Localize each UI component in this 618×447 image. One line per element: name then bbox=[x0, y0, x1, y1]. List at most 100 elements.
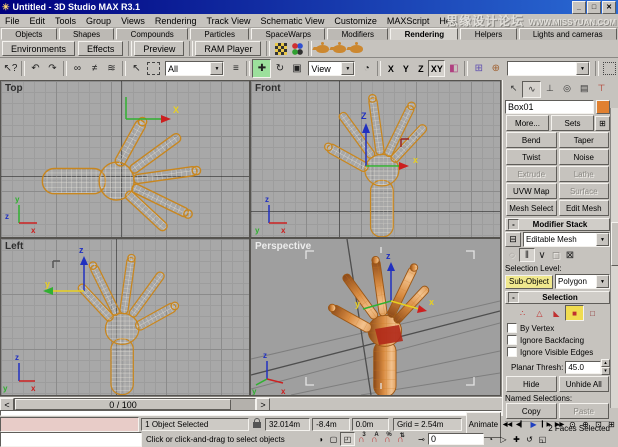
selection-filter-dropdown[interactable]: All ▼ bbox=[165, 61, 224, 76]
ignore-backfacing-row[interactable]: Ignore Backfacing bbox=[507, 334, 610, 346]
close-button[interactable]: ✕ bbox=[602, 1, 616, 14]
spinner-down-icon[interactable]: ▾ bbox=[601, 367, 610, 375]
min-max-toggle-icon[interactable]: ◱ bbox=[536, 433, 549, 445]
maxscript-mini-listener-white[interactable] bbox=[0, 432, 142, 447]
restrict-z-button[interactable]: Z bbox=[413, 61, 428, 76]
select-rotate-icon[interactable]: ↻ bbox=[271, 60, 288, 77]
coord-x-field[interactable]: 32.014m bbox=[265, 418, 310, 431]
maxscript-mini-listener-pink[interactable] bbox=[0, 417, 139, 432]
menu-views[interactable]: Views bbox=[116, 16, 150, 26]
named-selection-dropdown[interactable]: ▼ bbox=[507, 61, 590, 76]
edge-icon[interactable]: △ bbox=[531, 306, 548, 320]
align-icon[interactable]: ⊕ bbox=[487, 60, 504, 77]
go-to-end-icon[interactable]: ▶▶ bbox=[553, 419, 566, 431]
viewport-label[interactable]: Perspective bbox=[255, 241, 311, 252]
previous-frame-icon[interactable]: ◀▎ bbox=[514, 419, 527, 431]
select-move-icon[interactable]: ✚ bbox=[252, 59, 271, 78]
ignore-visible-edges-row[interactable]: Ignore Visible Edges bbox=[507, 346, 610, 358]
pin-stack-icon[interactable]: ⊟ bbox=[505, 232, 521, 247]
sets-button[interactable]: Sets bbox=[551, 115, 594, 131]
chevron-down-icon[interactable]: ▼ bbox=[596, 275, 609, 288]
pan-icon[interactable]: ✚ bbox=[510, 433, 523, 445]
play-icon[interactable]: ▶ bbox=[527, 419, 540, 431]
collapse-icon[interactable]: - bbox=[508, 292, 519, 303]
menu-edit[interactable]: Edit bbox=[25, 16, 51, 26]
modifier-meshselect-button[interactable]: Mesh Select bbox=[506, 200, 557, 216]
restrict-xy-button[interactable]: XY bbox=[428, 60, 445, 77]
chevron-down-icon[interactable]: ▼ bbox=[210, 62, 223, 75]
effects-button[interactable]: Effects bbox=[78, 41, 123, 56]
motion-tab-icon[interactable]: ◎ bbox=[559, 81, 576, 96]
sub-object-level-dropdown[interactable]: Polygon ▼ bbox=[555, 274, 610, 289]
restrict-x-button[interactable]: X bbox=[383, 61, 398, 76]
tab-objects[interactable]: Objects bbox=[1, 28, 57, 40]
percent-snap-icon[interactable]: ∩% bbox=[381, 433, 394, 445]
time-slider-handle[interactable]: 0 / 100 bbox=[15, 399, 231, 410]
field-of-view-icon[interactable]: ▷ bbox=[497, 433, 510, 445]
select-object-icon[interactable]: ↖ bbox=[128, 60, 145, 77]
environments-button[interactable]: Environments bbox=[2, 41, 75, 56]
chevron-down-icon[interactable]: ▼ bbox=[576, 62, 589, 75]
ram-player-button[interactable]: RAM Player bbox=[195, 41, 261, 56]
menu-help[interactable]: Help bbox=[434, 16, 463, 26]
viewport-label[interactable]: Front bbox=[255, 83, 281, 94]
time-configuration-icon[interactable]: ◔ bbox=[484, 433, 497, 445]
menu-group[interactable]: Group bbox=[81, 16, 116, 26]
planar-thresh-field[interactable]: 45.0 bbox=[565, 361, 601, 374]
snap-cube-icon[interactable]: ◰ bbox=[340, 432, 355, 446]
unlink-icon[interactable]: ≠ bbox=[86, 60, 103, 77]
menu-tools[interactable]: Tools bbox=[50, 16, 81, 26]
tab-shapes[interactable]: Shapes bbox=[59, 28, 115, 40]
reference-coordsys-dropdown[interactable]: View ▼ bbox=[308, 61, 355, 76]
modify-tab-icon[interactable]: ∿ bbox=[522, 81, 541, 98]
select-scale-icon[interactable]: ▣ bbox=[288, 60, 305, 77]
viewport-top[interactable]: Top X x y z bbox=[1, 81, 249, 237]
current-frame-field[interactable]: 0 bbox=[428, 433, 484, 445]
settings-icon[interactable]: ⊠ bbox=[563, 249, 577, 261]
arc-rotate-icon[interactable]: ↺ bbox=[523, 433, 536, 445]
snap-toggle-icon[interactable]: ∩3 bbox=[355, 433, 368, 445]
go-to-start-icon[interactable]: ◀◀ bbox=[501, 419, 514, 431]
viewport-label[interactable]: Top bbox=[5, 83, 23, 94]
redo-icon[interactable]: ↷ bbox=[44, 60, 61, 77]
coord-y-field[interactable]: -8.4m bbox=[312, 418, 349, 431]
bind-to-spacewarp-icon[interactable]: ≋ bbox=[103, 60, 120, 77]
selection-region-icon[interactable] bbox=[145, 60, 162, 77]
maximize-button[interactable]: □ bbox=[587, 1, 601, 14]
modifier-stack-dropdown[interactable]: Editable Mesh ▼ bbox=[523, 232, 610, 247]
tab-compounds[interactable]: Compounds bbox=[116, 28, 188, 40]
track-bar[interactable] bbox=[0, 410, 502, 416]
menu-file[interactable]: File bbox=[0, 16, 25, 26]
tab-lights-cameras[interactable]: Lights and cameras bbox=[519, 28, 617, 40]
utilities-tab-icon[interactable]: ⊤ bbox=[593, 81, 610, 96]
spinner-up-icon[interactable]: ▴ bbox=[601, 359, 610, 367]
show-end-result-icon[interactable]: ‖ bbox=[519, 248, 535, 262]
coord-z-field[interactable]: 0.0m bbox=[352, 418, 389, 431]
by-vertex-row[interactable]: By Vertex bbox=[507, 322, 610, 334]
tab-particles[interactable]: Particles bbox=[190, 28, 249, 40]
ignore-visible-edges-checkbox[interactable] bbox=[507, 347, 517, 357]
menu-rendering[interactable]: Rendering bbox=[150, 16, 202, 26]
tab-helpers[interactable]: Helpers bbox=[460, 28, 516, 40]
material-editor-icon[interactable] bbox=[289, 40, 306, 57]
modifier-stack-rollout[interactable]: - Modifier Stack bbox=[505, 218, 610, 231]
hide-button[interactable]: Hide bbox=[506, 376, 557, 392]
zoom-icon[interactable]: ⊙ bbox=[566, 419, 579, 431]
zoom-all-icon[interactable]: ⊕ bbox=[579, 419, 592, 431]
selection-rollout[interactable]: - Selection bbox=[505, 291, 610, 304]
chevron-down-icon[interactable]: ▼ bbox=[341, 62, 354, 75]
face-icon[interactable]: ◣ bbox=[548, 306, 565, 320]
menu-maxscript[interactable]: MAXScript bbox=[382, 16, 435, 26]
viewport-front[interactable]: Front Z x x z y bbox=[251, 81, 500, 237]
selection-lock-icon[interactable] bbox=[253, 422, 261, 428]
tab-spacewarps[interactable]: SpaceWarps bbox=[251, 28, 325, 40]
panel-scrollbar[interactable] bbox=[610, 108, 618, 408]
collapse-icon[interactable]: - bbox=[508, 219, 519, 230]
crossing-selection-icon[interactable]: ▢ bbox=[327, 433, 340, 445]
object-color-swatch[interactable] bbox=[596, 100, 610, 114]
degradation-icon[interactable]: ◑ bbox=[314, 433, 327, 445]
help-mode-icon[interactable]: ↖? bbox=[2, 60, 19, 77]
modifier-twist-button[interactable]: Twist bbox=[506, 149, 557, 165]
key-mode-icon[interactable]: ⊸ bbox=[415, 433, 428, 445]
configure-buttons-icon[interactable]: ⊞ bbox=[595, 116, 610, 131]
